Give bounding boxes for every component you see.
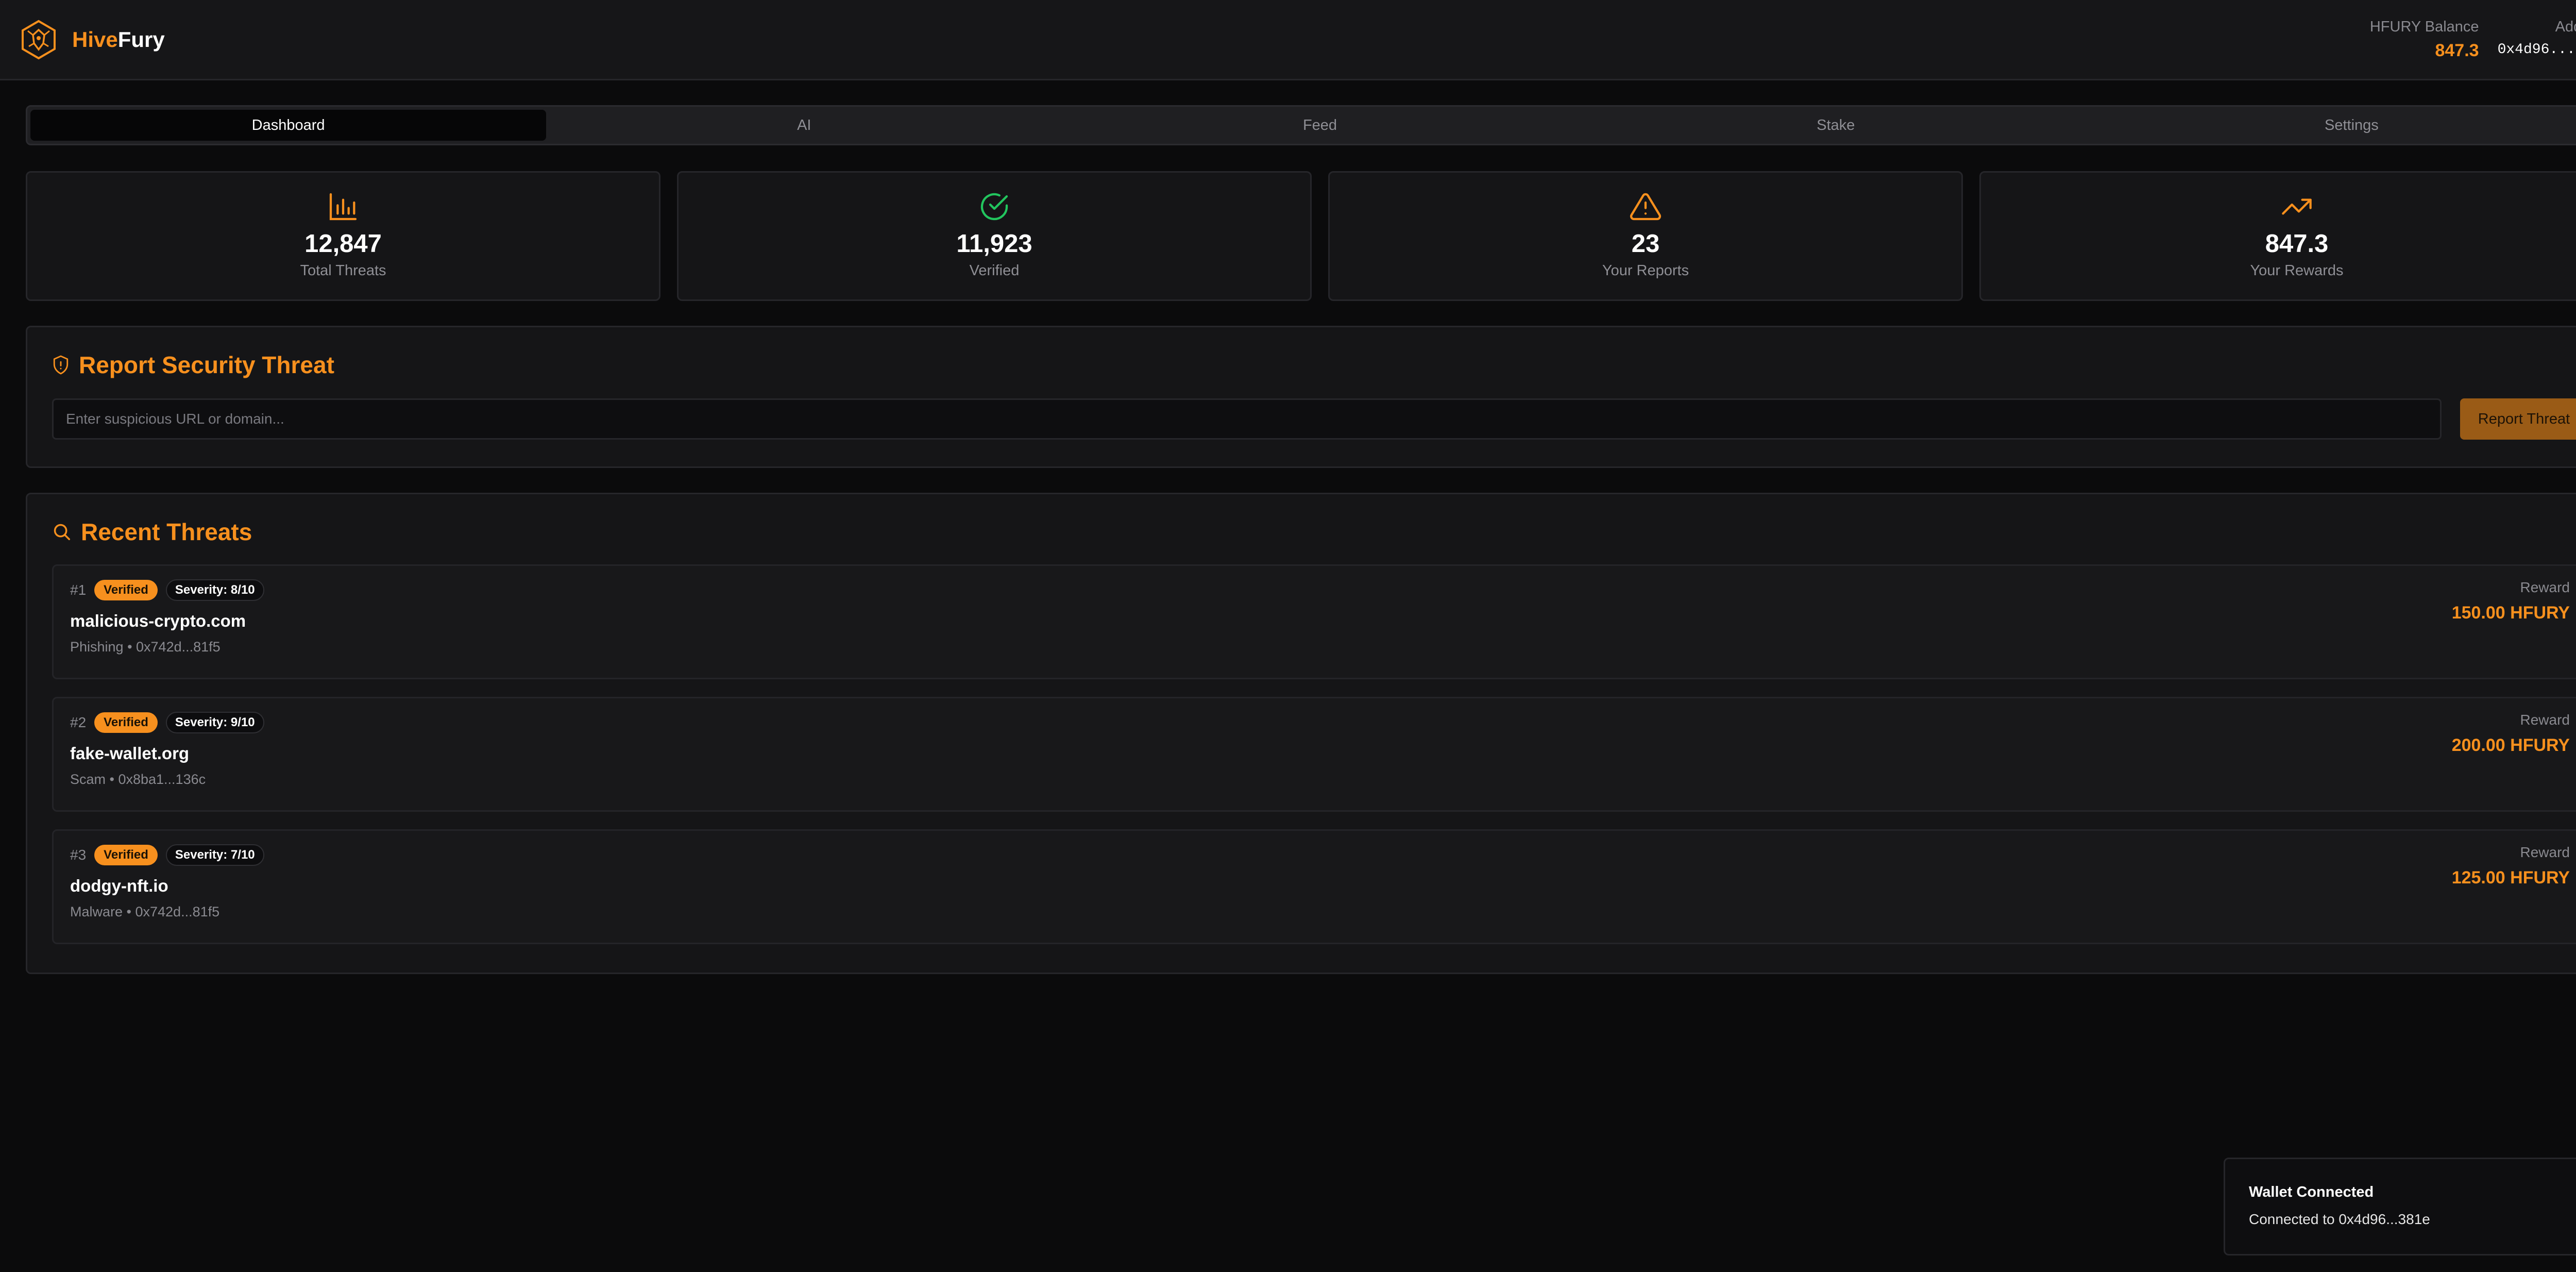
address-block[interactable]: Address 0x4d96...381e xyxy=(2498,19,2576,58)
threat-info: #1 Verified Severity: 8/10 malicious-cry… xyxy=(70,579,264,664)
stat-card-total-threats: 12,847 Total Threats xyxy=(26,171,660,301)
balance-label: HFURY Balance xyxy=(2369,18,2479,35)
stat-value: 12,847 xyxy=(304,230,382,258)
wallet-connected-toast[interactable]: Wallet Connected Connected to 0x4d96...3… xyxy=(2224,1158,2576,1256)
recent-threats-title-text: Recent Threats xyxy=(81,518,252,545)
check-circle-icon xyxy=(980,193,1008,221)
balance-block: HFURY Balance 847.3 xyxy=(2370,19,2479,61)
warning-triangle-icon xyxy=(1630,193,1661,221)
tab-bar: Dashboard AI Feed Stake Settings xyxy=(26,105,2576,145)
brand-name: HiveFury xyxy=(72,27,165,52)
report-threat-section: Report Security Threat Report Threat xyxy=(26,326,2576,468)
reward-value: 200.00 HFURY xyxy=(2451,735,2570,755)
balance-value: 847.3 xyxy=(2435,40,2479,60)
threat-domain: dodgy-nft.io xyxy=(70,876,168,895)
threat-reward: Reward 150.00 HFURY xyxy=(2452,579,2570,664)
stat-value: 23 xyxy=(1631,230,1660,258)
report-title-text: Report Security Threat xyxy=(79,352,334,378)
threat-card[interactable]: #3 Verified Severity: 7/10 dodgy-nft.io … xyxy=(52,829,2576,944)
verified-badge: Verified xyxy=(94,580,158,600)
report-section-title: Report Security Threat xyxy=(52,351,2576,379)
bar-chart-icon xyxy=(329,193,357,221)
threat-meta: #2 Verified Severity: 9/10 xyxy=(70,712,264,733)
stat-label: Total Threats xyxy=(300,262,386,279)
threat-meta: #3 Verified Severity: 7/10 xyxy=(70,844,264,866)
threat-reward: Reward 200.00 HFURY xyxy=(2452,712,2570,797)
severity-badge: Severity: 8/10 xyxy=(165,579,264,601)
stat-label: Your Rewards xyxy=(2250,262,2344,279)
threat-info: #2 Verified Severity: 9/10 fake-wallet.o… xyxy=(70,712,264,797)
threat-domain: malicious-crypto.com xyxy=(70,611,246,630)
wallet-info: HFURY Balance 847.3 Address 0x4d96...381… xyxy=(2370,19,2576,61)
recent-threats-title: Recent Threats xyxy=(52,518,2576,546)
severity-badge: Severity: 9/10 xyxy=(165,712,264,733)
threat-domain: fake-wallet.org xyxy=(70,744,190,763)
reward-value: 150.00 HFURY xyxy=(2451,603,2570,623)
tab-ai[interactable]: AI xyxy=(546,110,1062,141)
toast-message: Connected to 0x4d96...381e xyxy=(2249,1211,2430,1227)
threat-subtitle: Malware • 0x742d...81f5 xyxy=(70,904,220,919)
stat-label: Verified xyxy=(969,262,1020,279)
tab-feed[interactable]: Feed xyxy=(1062,110,1578,141)
hive-bee-shield-icon xyxy=(22,20,56,59)
threat-index: #2 xyxy=(70,714,87,730)
threat-url-input[interactable] xyxy=(52,398,2442,440)
tab-settings[interactable]: Settings xyxy=(2094,110,2576,141)
report-threat-button[interactable]: Report Threat xyxy=(2460,398,2576,440)
report-form: Report Threat xyxy=(52,398,2576,440)
toast-title: Wallet Connected xyxy=(2249,1184,2374,1200)
stat-card-verified: 11,923 Verified xyxy=(677,171,1312,301)
shield-icon xyxy=(53,355,69,375)
logo[interactable]: HiveFury xyxy=(21,20,165,60)
threat-subtitle: Phishing • 0x742d...81f5 xyxy=(70,639,221,655)
reward-label: Reward xyxy=(2520,844,2570,860)
threat-card[interactable]: #1 Verified Severity: 8/10 malicious-cry… xyxy=(52,564,2576,679)
recent-threats-section: Recent Threats #1 Verified Severity: 8/1… xyxy=(26,493,2576,974)
verified-badge: Verified xyxy=(94,845,158,865)
stat-label: Your Reports xyxy=(1602,262,1689,279)
severity-badge: Severity: 7/10 xyxy=(165,844,264,866)
address-value: 0x4d96...381e xyxy=(2497,41,2576,58)
stat-card-your-rewards: 847.3 Your Rewards xyxy=(1979,171,2576,301)
tab-stake[interactable]: Stake xyxy=(1578,110,2094,141)
threat-index: #3 xyxy=(70,847,87,863)
trending-up-icon xyxy=(2282,198,2312,215)
reward-label: Reward xyxy=(2520,712,2570,728)
search-icon xyxy=(54,524,70,540)
threat-reward: Reward 125.00 HFURY xyxy=(2452,844,2570,929)
reward-value: 125.00 HFURY xyxy=(2451,868,2570,888)
threat-meta: #1 Verified Severity: 8/10 xyxy=(70,579,264,601)
brand-hive: Hive xyxy=(72,27,118,52)
threat-subtitle: Scam • 0x8ba1...136c xyxy=(70,772,206,787)
threat-card[interactable]: #2 Verified Severity: 9/10 fake-wallet.o… xyxy=(52,697,2576,812)
brand-fury: Fury xyxy=(117,27,165,52)
app-header: HiveFury HFURY Balance 847.3 Address 0x4… xyxy=(0,0,2576,80)
stat-value: 11,923 xyxy=(956,230,1032,258)
reward-label: Reward xyxy=(2520,579,2570,595)
stat-value: 847.3 xyxy=(2265,230,2329,258)
stat-card-your-reports: 23 Your Reports xyxy=(1328,171,1963,301)
verified-badge: Verified xyxy=(94,712,158,733)
address-label: Address xyxy=(2555,18,2576,35)
threat-list: #1 Verified Severity: 8/10 malicious-cry… xyxy=(52,564,2576,944)
stats-row: 12,847 Total Threats 11,923 Verified 23 … xyxy=(26,171,2576,301)
threat-index: #1 xyxy=(70,582,87,598)
tab-dashboard[interactable]: Dashboard xyxy=(30,110,547,141)
threat-info: #3 Verified Severity: 7/10 dodgy-nft.io … xyxy=(70,844,264,929)
